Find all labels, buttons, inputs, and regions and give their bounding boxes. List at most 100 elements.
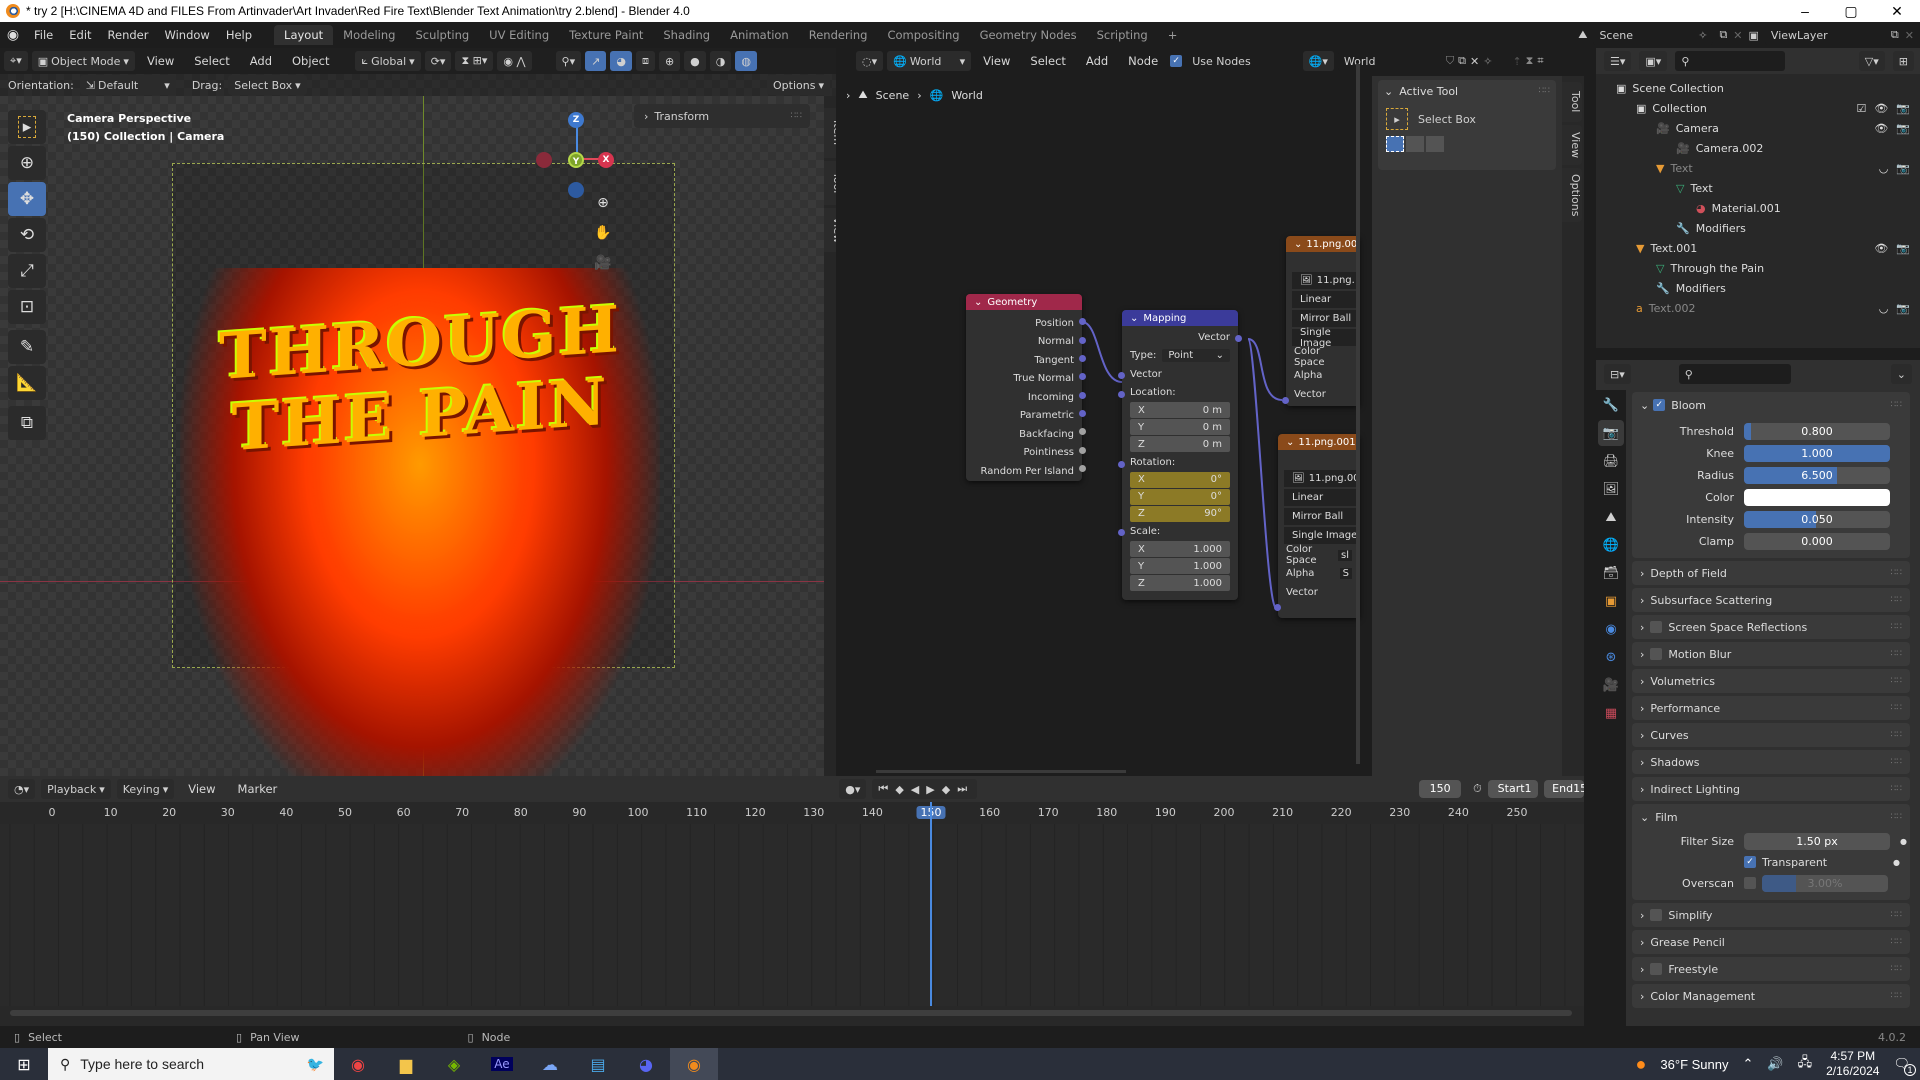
filter-dropdown[interactable]: ▽▾ (1858, 51, 1885, 71)
keyframe-dot-icon[interactable]: ● (1900, 837, 1907, 846)
bloom-clamp-field[interactable]: 0.000 (1744, 532, 1890, 550)
drag-grip-icon[interactable]: ∷∷ (1891, 400, 1902, 410)
taskbar-discord[interactable]: ◕ (622, 1048, 670, 1080)
select-new-button[interactable] (1386, 136, 1404, 152)
geometry-node[interactable]: ⌄ Geometry Position Normal Tangent True N… (966, 294, 1086, 481)
editor-type-button[interactable]: ⌖▾ (4, 51, 28, 71)
render-camera-icon[interactable]: 📷 (1896, 102, 1910, 115)
weather-sun-icon[interactable]: ● (1636, 1054, 1647, 1075)
bloom-color-field[interactable] (1744, 488, 1890, 506)
view-layer-selector[interactable]: ViewLayer (1764, 25, 1885, 45)
outliner-item[interactable]: a Text.002 ◡ 📷 (1596, 298, 1920, 318)
drag-dropdown[interactable]: Select Box ▾ (228, 75, 307, 95)
scene-selector[interactable]: Scene ✧ (1593, 25, 1714, 45)
collection-tab-icon[interactable]: 🗃 (1598, 560, 1624, 586)
menu-help[interactable]: Help (218, 28, 260, 42)
view-layer-icon[interactable]: ▣ (1749, 29, 1759, 42)
location-y-field[interactable]: Y 0 m (1130, 419, 1230, 435)
eye-icon[interactable]: 👁 (1874, 242, 1888, 255)
drag-grip-icon[interactable]: ∷∷ (1891, 784, 1902, 794)
scale-z-field[interactable]: Z 1.000 (1130, 575, 1230, 591)
socket-scale[interactable] (1118, 529, 1125, 536)
shading-wireframe-button[interactable]: ⊕ (658, 51, 681, 71)
new-scene-icon[interactable]: ⧉ (1719, 28, 1727, 42)
gizmo-neg-z-axis[interactable] (568, 182, 584, 198)
drag-grip-icon[interactable]: ∷∷ (1891, 649, 1902, 659)
volume-icon[interactable]: 🔊 (1767, 1056, 1783, 1072)
outliner-item[interactable]: 🔧 Modifiers (1596, 278, 1920, 298)
image-1-projection[interactable]: Mirror Ball (1292, 310, 1360, 327)
keying-menu[interactable]: Keying ▾ (116, 779, 175, 799)
render-tab-icon[interactable]: 📷 (1598, 420, 1624, 446)
constraints-tab-icon[interactable]: ⊛ (1598, 644, 1624, 670)
shading-solid-button[interactable]: ● (684, 51, 706, 71)
tab-scripting[interactable]: Scripting (1087, 25, 1158, 45)
location-x-field[interactable]: X 0 m (1130, 402, 1230, 418)
node-tab-view[interactable]: View (1562, 125, 1582, 165)
image-1-color-space[interactable]: Color Space (1286, 346, 1360, 368)
proportional-edit-toggle[interactable]: ◉ ⋀ (497, 51, 532, 71)
output-tab-icon[interactable]: 🖨 (1598, 448, 1624, 474)
viewport-menu-add[interactable]: Add (242, 54, 280, 68)
menu-window[interactable]: Window (156, 28, 217, 42)
viewport-menu-object[interactable]: Object (284, 54, 337, 68)
socket-incoming[interactable] (1079, 392, 1086, 399)
properties-options-dropdown[interactable]: ⌄ (1890, 364, 1912, 384)
play-reverse-icon[interactable]: ◀ (911, 783, 923, 796)
bloom-threshold-field[interactable]: 0.800 (1744, 422, 1890, 440)
image-node-2-header[interactable]: ⌄ 11.png.001 (1278, 434, 1360, 450)
tab-rendering[interactable]: Rendering (799, 25, 878, 45)
prev-keyframe-icon[interactable]: ◆ (895, 783, 907, 796)
exclude-checkbox[interactable]: ☑ (1856, 102, 1866, 115)
tab-uv-editing[interactable]: UV Editing (479, 25, 559, 45)
render-camera-icon[interactable]: 📷 (1896, 242, 1910, 255)
drag-grip-icon[interactable]: ∷∷ (1891, 622, 1902, 632)
drag-grip-icon[interactable]: ∷∷ (1891, 757, 1902, 767)
location-z-field[interactable]: Z 0 m (1130, 436, 1230, 452)
clock[interactable]: 4:57 PM 2/16/2024 (1826, 1049, 1879, 1079)
playhead[interactable] (930, 802, 932, 1006)
taskbar-control-panel[interactable]: ▤ (574, 1048, 622, 1080)
object-tab-icon[interactable]: ▣ (1598, 588, 1624, 614)
delete-view-layer-icon[interactable]: ✕ (1905, 29, 1914, 42)
socket-parametric[interactable] (1079, 410, 1086, 417)
xray-toggle[interactable]: ⧈ (635, 51, 655, 71)
bloom-knee-field[interactable]: 1.000 (1744, 444, 1890, 462)
viewport-menu-select[interactable]: Select (186, 54, 237, 68)
socket-position[interactable] (1079, 318, 1086, 325)
n-tab-item[interactable]: Item (824, 108, 836, 158)
drag-grip-icon[interactable]: ∷∷ (1891, 937, 1902, 947)
new-collection-button[interactable]: ⊞ (1892, 51, 1914, 71)
mapping-node-header[interactable]: ⌄ Mapping (1122, 310, 1238, 326)
n-tab-tool[interactable]: Tool (824, 161, 836, 205)
start-button[interactable]: ⊞ (0, 1048, 48, 1080)
panel-freestyle[interactable]: › Freestyle ∷∷ (1632, 957, 1910, 981)
menu-render[interactable]: Render (100, 28, 157, 42)
timeline-scrollbar[interactable] (10, 1010, 1572, 1016)
tab-geometry-nodes[interactable]: Geometry Nodes (970, 25, 1087, 45)
taskbar-nvidia[interactable]: ◈ (430, 1048, 478, 1080)
bloom-header[interactable]: ⌄ ✓ Bloom ∷∷ (1640, 396, 1910, 414)
taskbar-blender[interactable]: ◉ (670, 1048, 718, 1080)
socket-random-per-island[interactable] (1079, 465, 1086, 472)
menu-file[interactable]: File (26, 28, 61, 42)
camera-view-icon[interactable]: 🎥 (590, 250, 616, 276)
network-icon[interactable]: 🖧 (1798, 1053, 1813, 1075)
image-texture-node-2[interactable]: ⌄ 11.png.001 🖼 11.png.00 Linear Mirror Bal… (1278, 434, 1360, 618)
socket-backfacing[interactable] (1079, 428, 1086, 435)
shading-rendered-button[interactable]: ◍ (735, 51, 757, 71)
drag-grip-icon[interactable]: ∷∷ (1891, 812, 1902, 822)
minimize-button[interactable]: – (1782, 3, 1828, 20)
visibility-dropdown[interactable]: ⚲▾ (555, 51, 582, 71)
panel-enable-checkbox[interactable] (1650, 648, 1663, 660)
outliner-editor-type[interactable]: ☰▾ (1604, 51, 1632, 71)
panel-motion-blur[interactable]: › Motion Blur ∷∷ (1632, 642, 1910, 666)
image-1-interpolation[interactable]: Linear (1292, 291, 1360, 308)
maximize-button[interactable]: ▢ (1828, 3, 1874, 20)
image-2-source[interactable]: Single Image (1284, 527, 1360, 544)
move-tool[interactable]: ✥ (8, 182, 46, 216)
panel-performance[interactable]: › Performance ∷∷ (1632, 696, 1910, 720)
node-editor-h-scrollbar[interactable] (876, 770, 1126, 773)
active-tool-header[interactable]: ⌄ Active Tool ∷∷ (1378, 80, 1556, 102)
world-tab-icon[interactable]: 🌐 (1598, 532, 1624, 558)
